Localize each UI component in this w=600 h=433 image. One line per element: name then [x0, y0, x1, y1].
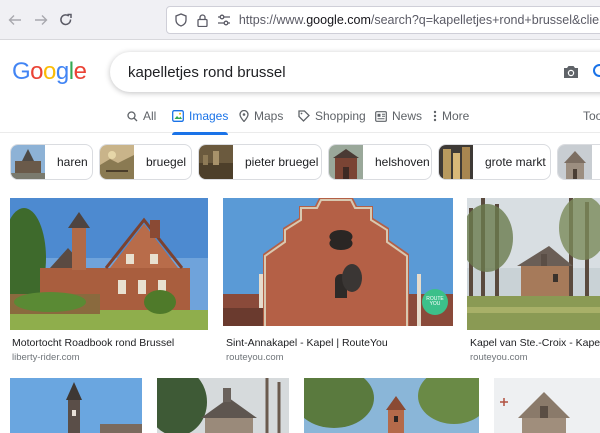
logo-letter: G [12, 58, 31, 85]
result-image[interactable] [494, 378, 600, 433]
search-icon [127, 110, 138, 121]
result-title[interactable]: Kapel van Ste.-Croix - Kapel | Rout [470, 337, 600, 349]
tab-tools[interactable]: Too [583, 109, 600, 123]
image-result-card[interactable]: ROUTE YOU Sint-Annakapel - Kapel | Route… [223, 198, 453, 363]
search-query[interactable]: kapelletjes rond brussel [128, 64, 286, 81]
result-source[interactable]: routeyou.com [226, 352, 284, 363]
image-result-card[interactable] [10, 378, 142, 433]
chip-pieter-bruegel[interactable]: pieter bruegel [198, 144, 322, 180]
lens-search-icon[interactable] [592, 63, 600, 81]
chip-label: grote markt [485, 155, 546, 169]
chip-haren[interactable]: haren [10, 144, 93, 180]
search-header: Google kapelletjes rond brussel [0, 40, 600, 100]
image-result-card[interactable]: Motortocht Roadbook rond Brussel liberty… [10, 198, 208, 363]
result-image[interactable] [157, 378, 289, 433]
result-source[interactable]: liberty-rider.com [12, 352, 80, 363]
camera-icon[interactable] [562, 64, 580, 80]
google-logo[interactable]: Google [12, 58, 87, 86]
image-result-card[interactable]: Kapel van Ste.-Croix - Kapel | Rout rout… [467, 198, 600, 363]
reload-button[interactable] [53, 7, 79, 33]
chip-more[interactable] [557, 144, 600, 180]
tag-icon [298, 110, 310, 122]
image-result-card[interactable] [494, 378, 600, 433]
result-title[interactable]: Motortocht Roadbook rond Brussel [12, 337, 208, 349]
tab-more-label: More [442, 109, 470, 123]
url-bar[interactable]: https://www.google.com/search?q=kapellet… [166, 6, 600, 34]
chip-thumbnail [439, 145, 473, 179]
forward-button[interactable] [28, 7, 54, 33]
search-input[interactable]: kapelletjes rond brussel [110, 52, 600, 92]
logo-letter: o [43, 58, 56, 85]
tab-tools-label: Too [583, 109, 600, 123]
chip-bruegel[interactable]: bruegel [99, 144, 192, 180]
back-button[interactable] [2, 7, 28, 33]
lock-icon[interactable] [196, 13, 209, 27]
tab-maps-label: Maps [254, 109, 284, 123]
url-text[interactable]: https://www.google.com/search?q=kapellet… [239, 13, 600, 27]
chip-thumbnail [199, 145, 233, 179]
chip-label: haren [57, 155, 88, 169]
chip-label: helshoven [375, 155, 430, 169]
arrow-left-icon [8, 15, 21, 25]
chip-thumbnail [100, 145, 134, 179]
tab-more[interactable]: More [433, 109, 469, 123]
more-vert-icon [433, 110, 437, 122]
chip-thumbnail [329, 145, 363, 179]
shield-icon[interactable] [175, 13, 188, 27]
tab-shopping[interactable]: Shopping [298, 109, 366, 123]
result-image[interactable] [10, 198, 208, 330]
chip-thumbnail [558, 145, 592, 179]
permissions-icon[interactable] [217, 13, 231, 27]
logo-letter: o [30, 58, 44, 85]
result-image[interactable] [10, 378, 142, 433]
arrow-right-icon [35, 15, 48, 25]
reload-icon [60, 13, 72, 26]
result-image[interactable] [223, 198, 453, 326]
route-you-badge: ROUTE YOU [423, 297, 447, 307]
image-result-card[interactable] [304, 378, 479, 433]
image-icon [172, 110, 184, 122]
tab-maps[interactable]: Maps [239, 109, 283, 123]
tab-all-label: All [143, 109, 157, 123]
result-image[interactable] [304, 378, 479, 433]
news-icon [375, 110, 387, 122]
tab-images[interactable]: Images [172, 109, 229, 135]
browser-toolbar: https://www.google.com/search?q=kapellet… [0, 0, 600, 40]
chip-label: bruegel [146, 155, 187, 169]
tab-news-label: News [392, 109, 423, 123]
chip-grote-markt[interactable]: grote markt [438, 144, 551, 180]
chip-thumbnail [11, 145, 45, 179]
result-image[interactable] [467, 198, 600, 330]
image-result-card[interactable] [157, 378, 289, 433]
active-tab-indicator [172, 132, 229, 135]
chip-label: pieter bruegel [245, 155, 319, 169]
logo-letter: e [73, 58, 87, 85]
result-title[interactable]: Sint-Annakapel - Kapel | RouteYou [226, 337, 452, 349]
tab-shopping-label: Shopping [315, 109, 366, 123]
badge-line-2: YOU [429, 301, 441, 307]
map-pin-icon [239, 110, 249, 122]
tab-news[interactable]: News [375, 109, 422, 123]
tab-images-label: Images [189, 109, 229, 123]
search-tabs: All Images Maps Shopping News More Too [0, 100, 600, 135]
chip-helshoven[interactable]: helshoven [328, 144, 432, 180]
related-searches: haren bruegel pieter bruegel helshoven g… [10, 144, 600, 182]
result-source[interactable]: routeyou.com [470, 352, 528, 363]
logo-letter: g [55, 58, 69, 85]
tab-all[interactable]: All [127, 109, 156, 123]
